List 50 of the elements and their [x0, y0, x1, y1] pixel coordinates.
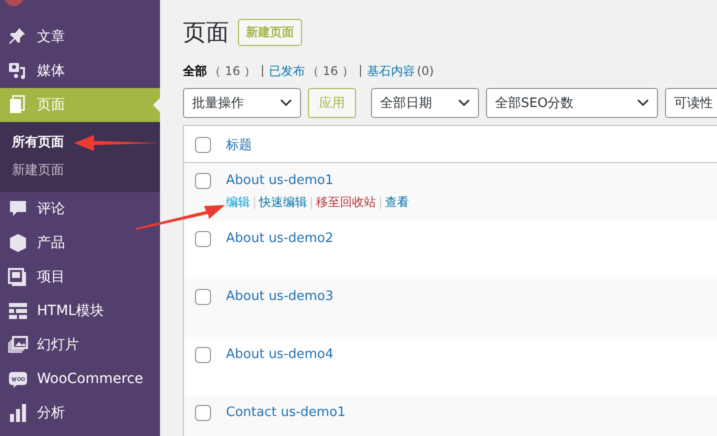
page-title-link[interactable]: About us-demo4 — [226, 347, 334, 362]
chevron-down-icon — [458, 99, 470, 107]
sidebar-item[interactable]: 评论 — [0, 192, 160, 226]
speech-bubble-icon — [8, 199, 28, 219]
row-checkbox[interactable] — [195, 231, 211, 247]
sidebar-item[interactable]: 产品 — [0, 226, 160, 260]
row-action-link[interactable]: 快速编辑 — [259, 194, 307, 211]
sidebar-item[interactable]: 文章 — [0, 20, 160, 54]
bar-chart-icon — [8, 403, 28, 423]
filter-link[interactable]: 基石内容 — [366, 62, 415, 80]
page-title-link[interactable]: About us-demo3 — [226, 289, 334, 304]
sidebar-item[interactable]: HTML模块 — [0, 294, 160, 328]
woo-icon — [8, 369, 28, 389]
filter-count: （ 16 ） — [209, 62, 256, 80]
row-checkbox[interactable] — [195, 405, 211, 421]
row-checkbox[interactable] — [195, 289, 211, 305]
blocks-icon — [8, 301, 28, 321]
filter-count: （ 16 ） — [306, 62, 354, 80]
filter-dropdown[interactable]: 全部日期 — [371, 88, 479, 118]
filter-dropdown[interactable]: 可读性 — [665, 88, 717, 118]
filter-link[interactable]: 全部 — [183, 62, 207, 80]
framed-picture-icon — [8, 267, 28, 287]
page-title-link[interactable]: About us-demo2 — [226, 231, 334, 246]
sidebar-item[interactable]: 分析 — [0, 396, 160, 430]
pages-icon — [8, 95, 28, 115]
filter-count: (0) — [416, 64, 434, 78]
page-title-link[interactable]: About us-demo1 — [226, 173, 334, 188]
filter-link[interactable]: 已发布 — [268, 62, 305, 80]
chevron-down-icon — [637, 99, 649, 107]
cube-icon — [8, 233, 28, 253]
bulk-action-dropdown[interactable]: 批量操作 — [183, 88, 301, 118]
row-action-link[interactable]: 查看 — [385, 194, 409, 211]
media-icon — [8, 61, 28, 81]
filter-dropdown[interactable]: 全部SEO分数 — [486, 88, 658, 118]
sidebar-item[interactable]: 媒体 — [0, 54, 160, 88]
page-title-link[interactable]: Contact us-demo1 — [226, 405, 346, 420]
submenu-item[interactable]: 新建页面 — [12, 156, 64, 184]
sidebar-item[interactable]: 幻灯片 — [0, 328, 160, 362]
page-title: 页面 — [183, 18, 229, 48]
row-checkbox[interactable] — [195, 173, 211, 189]
sidebar-item[interactable]: 项目 — [0, 260, 160, 294]
submenu-item[interactable]: 所有页面 — [12, 128, 64, 156]
row-checkbox[interactable] — [195, 347, 211, 363]
column-header[interactable]: 标题 — [226, 136, 252, 154]
pushpin-icon — [8, 27, 28, 47]
chevron-down-icon — [280, 99, 292, 107]
sidebar-item[interactable]: WooCommerce — [0, 362, 160, 396]
stacked-images-icon — [8, 335, 28, 355]
select-all-checkbox[interactable] — [195, 137, 211, 153]
trash-link[interactable]: 移至回收站 — [316, 194, 376, 211]
